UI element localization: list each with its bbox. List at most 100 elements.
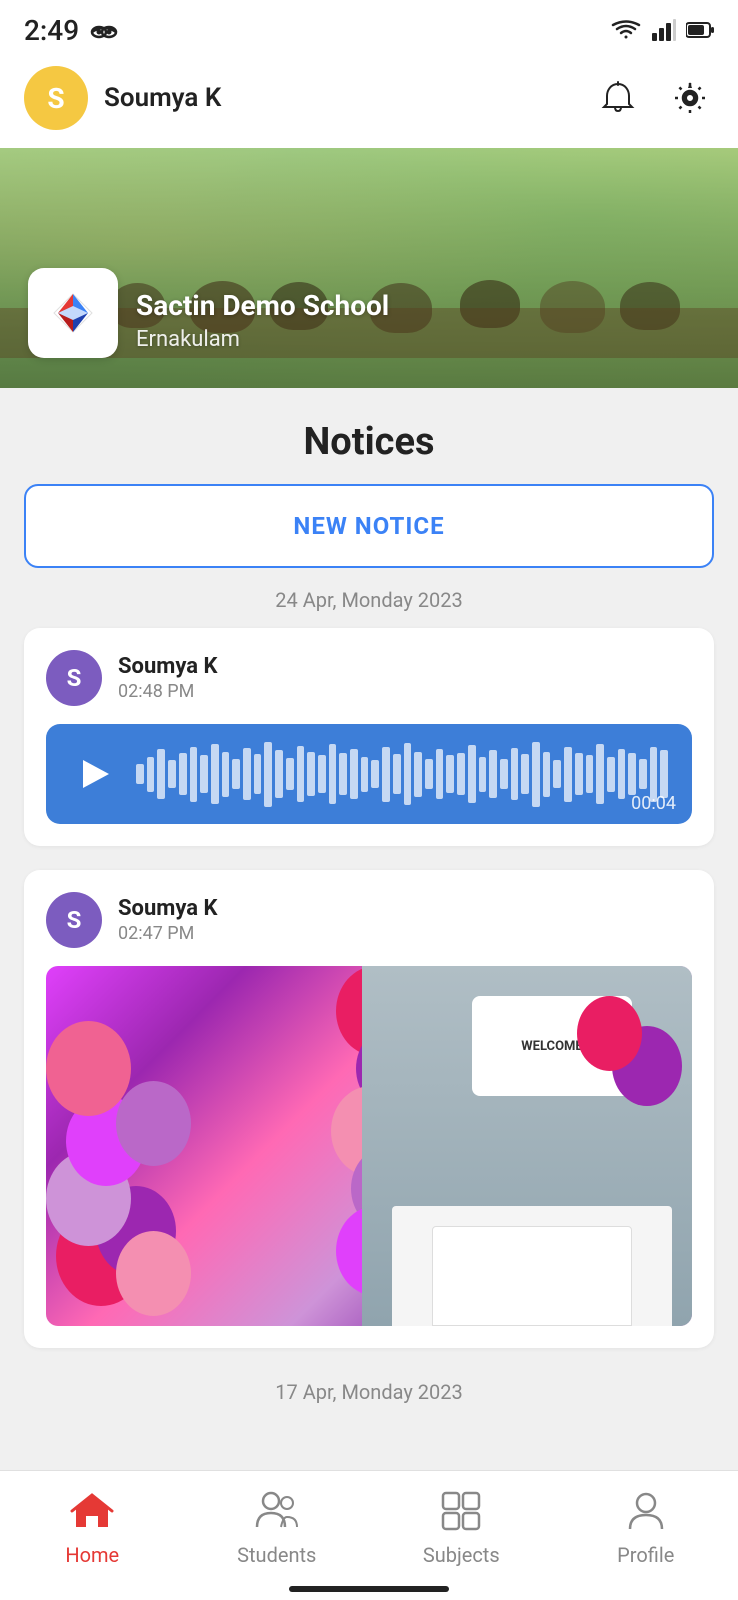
- wave-bar: [596, 744, 604, 804]
- notice-time-2: 02:47 PM: [118, 923, 217, 944]
- wave-bar: [446, 755, 454, 793]
- battery-icon: [686, 21, 714, 39]
- notices-title: Notices: [0, 388, 738, 484]
- top-header: S Soumya K: [0, 56, 738, 148]
- wave-bar: [575, 753, 583, 795]
- status-icons: [610, 19, 714, 41]
- wave-bar: [618, 749, 626, 799]
- notice-user-info-2: Soumya K 02:47 PM: [118, 896, 217, 944]
- wave-bar: [532, 742, 540, 807]
- nav-item-students[interactable]: Students: [185, 1487, 370, 1567]
- wave-bar: [660, 750, 668, 798]
- settings-icon: [670, 78, 710, 118]
- nav-item-home[interactable]: Home: [0, 1487, 185, 1567]
- balloon-scene: WELCOME: [46, 966, 692, 1326]
- school-logo-icon: [46, 286, 101, 341]
- home-indicator: [289, 1586, 449, 1592]
- wave-bar: [553, 760, 561, 788]
- wave-bar: [586, 755, 594, 793]
- wave-bar: [564, 747, 572, 802]
- wave-bar: [607, 757, 615, 792]
- header-actions: [594, 74, 714, 122]
- notice-time-1: 02:48 PM: [118, 681, 217, 702]
- date-separator-1: 24 Apr, Monday 2023: [0, 588, 738, 612]
- notice-image[interactable]: WELCOME: [46, 966, 692, 1326]
- wave-bar: [232, 759, 240, 789]
- school-banner: Sactin Demo School Ernakulam: [0, 148, 738, 388]
- wave-bar: [628, 753, 636, 795]
- wave-bar: [468, 745, 476, 803]
- wave-bar: [297, 746, 305, 802]
- nav-item-subjects[interactable]: Subjects: [369, 1487, 554, 1567]
- status-bar: 2:49: [0, 0, 738, 56]
- profile-nav-icon: [622, 1487, 670, 1535]
- school-name: Sactin Demo School: [136, 289, 389, 323]
- notice-avatar-1: S: [46, 650, 102, 706]
- notice-user-info-1: Soumya K 02:48 PM: [118, 654, 217, 702]
- profile-icon: [624, 1489, 668, 1533]
- wave-bar: [371, 760, 379, 788]
- school-info: Sactin Demo School Ernakulam: [136, 289, 389, 352]
- wave-bar: [318, 755, 326, 793]
- notice-header-1: S Soumya K 02:48 PM: [46, 650, 692, 706]
- wave-bar: [147, 757, 155, 792]
- wave-bar: [307, 752, 315, 796]
- wave-bar: [264, 742, 272, 807]
- wave-bar: [350, 749, 358, 799]
- wave-bar: [243, 748, 251, 800]
- new-notice-label: NEW NOTICE: [293, 512, 444, 540]
- wave-bar: [361, 757, 369, 792]
- subjects-icon: [439, 1489, 483, 1533]
- wave-bar: [521, 754, 529, 794]
- nav-item-profile[interactable]: Profile: [554, 1487, 738, 1567]
- audio-waveform: [136, 744, 668, 804]
- date-separator-2: 17 Apr, Monday 2023: [0, 1372, 738, 1424]
- wifi-icon: [610, 19, 642, 41]
- subjects-nav-label: Subjects: [423, 1543, 500, 1567]
- wave-bar: [339, 753, 347, 795]
- time-display: 2:49: [24, 14, 79, 47]
- wave-bar: [254, 754, 262, 794]
- wave-bar: [404, 743, 412, 805]
- home-icon: [70, 1489, 114, 1533]
- wave-bar: [479, 757, 487, 792]
- bell-button[interactable]: [594, 74, 642, 122]
- wave-bar: [382, 747, 390, 802]
- wave-bar: [211, 744, 219, 804]
- avatar-initial: S: [47, 82, 64, 115]
- subjects-nav-icon: [437, 1487, 485, 1535]
- notice-card-audio: S Soumya K 02:48 PM 00:04: [24, 628, 714, 846]
- wave-bar: [543, 752, 551, 797]
- wave-bar: [393, 754, 401, 794]
- notice-avatar-initial-1: S: [67, 664, 82, 692]
- home-nav-icon: [68, 1487, 116, 1535]
- students-nav-icon: [253, 1487, 301, 1535]
- notice-avatar-2: S: [46, 892, 102, 948]
- settings-button[interactable]: [666, 74, 714, 122]
- notice-avatar-initial-2: S: [67, 906, 82, 934]
- wave-bar: [157, 749, 165, 799]
- wave-bar: [489, 750, 497, 798]
- status-time: 2:49: [24, 14, 119, 47]
- wave-bar: [500, 759, 508, 789]
- wave-bar: [286, 758, 294, 790]
- bell-icon: [598, 78, 638, 118]
- wave-bar: [168, 760, 176, 788]
- wave-bar: [414, 752, 422, 797]
- play-triangle-icon: [83, 760, 109, 788]
- wave-bar: [190, 747, 198, 802]
- notice-user-name-1: Soumya K: [118, 654, 217, 679]
- audio-player[interactable]: 00:04: [46, 724, 692, 824]
- wave-bar: [329, 744, 337, 804]
- new-notice-button[interactable]: NEW NOTICE: [24, 484, 714, 568]
- notice-header-2: S Soumya K 02:47 PM: [46, 892, 692, 948]
- user-name-label: Soumya K: [104, 83, 578, 113]
- play-button[interactable]: [70, 750, 118, 798]
- audio-duration: 00:04: [631, 793, 676, 814]
- wave-bar: [436, 749, 444, 799]
- bottom-navigation: Home Students Subjects: [0, 1470, 738, 1600]
- main-content: Notices NEW NOTICE 24 Apr, Monday 2023 S…: [0, 388, 738, 1584]
- signal-icon: [652, 19, 676, 41]
- wave-bar: [511, 748, 519, 800]
- school-logo: [28, 268, 118, 358]
